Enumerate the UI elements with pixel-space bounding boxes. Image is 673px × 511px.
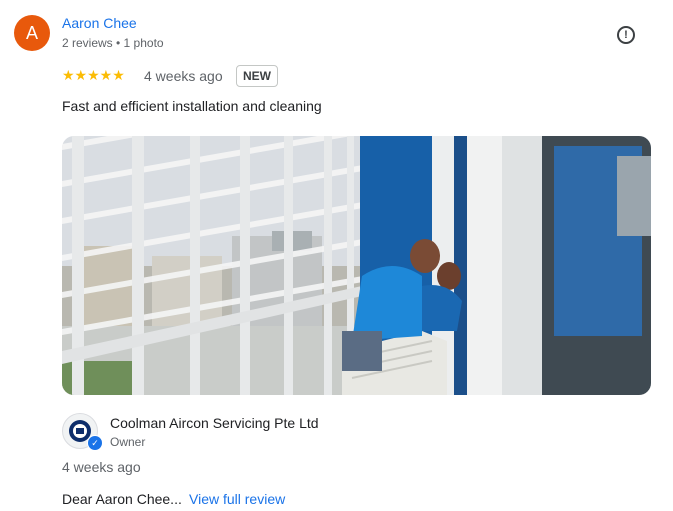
review-text: Fast and efficient installation and clea… xyxy=(62,98,322,114)
verified-check-icon: ✓ xyxy=(87,435,103,451)
reviewer-avatar[interactable]: A xyxy=(14,15,50,51)
reviewer-meta: 2 reviews • 1 photo xyxy=(62,36,164,50)
review-photo[interactable] xyxy=(62,136,651,395)
owner-role: Owner xyxy=(110,435,146,449)
report-icon[interactable]: ! xyxy=(617,26,635,44)
reviewer-name-link[interactable]: Aaron Chee xyxy=(62,15,137,31)
reply-time: 4 weeks ago xyxy=(62,459,141,475)
avatar-initial: A xyxy=(25,22,38,43)
new-badge: NEW xyxy=(236,65,278,87)
star-rating: ★★★★★ xyxy=(62,67,125,83)
review-time: 4 weeks ago xyxy=(144,68,223,84)
owner-name[interactable]: Coolman Aircon Servicing Pte Ltd xyxy=(110,415,319,431)
view-full-review-link[interactable]: View full review xyxy=(189,491,285,507)
reply-snippet: Dear Aaron Chee... xyxy=(62,491,182,507)
